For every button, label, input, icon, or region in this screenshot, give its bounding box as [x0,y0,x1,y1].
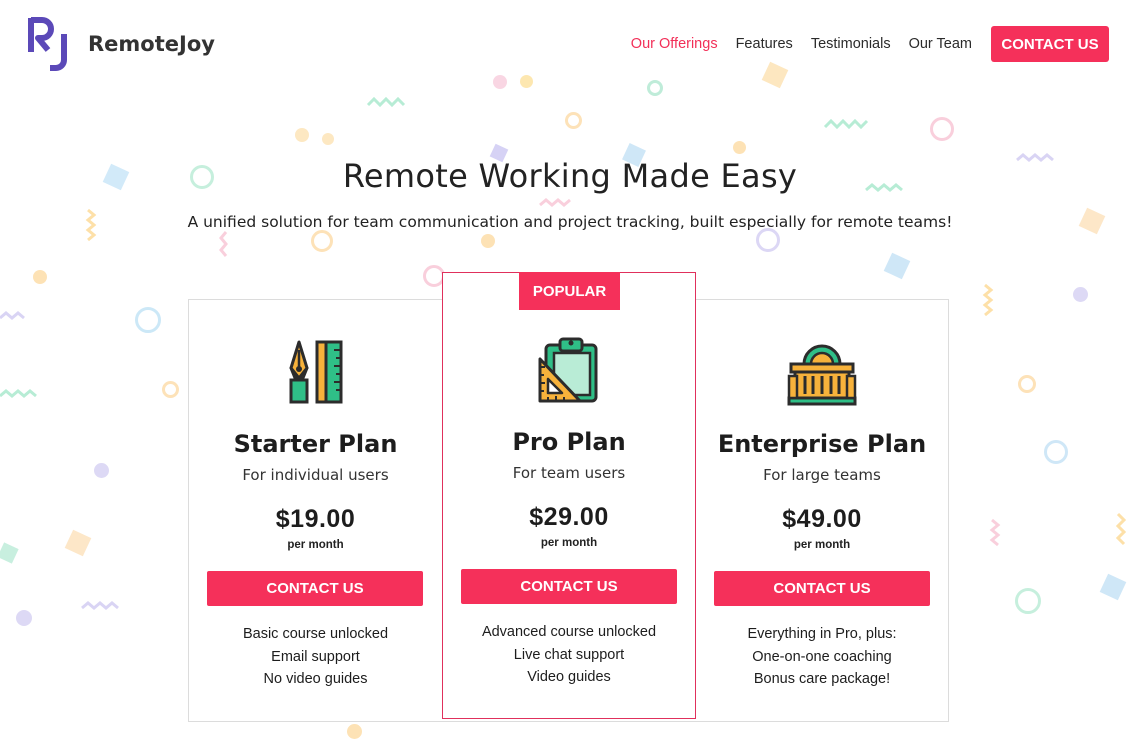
feature-item: Basic course unlocked [242,626,389,642]
plan-features: Advanced course unlocked Live chat suppo… [443,621,695,689]
feature-item: Everything in Pro, plus: [747,626,897,642]
plan-name: Pro Plan [512,428,626,456]
clipboard-set-square-icon [538,337,598,403]
feature-item: Bonus care package! [753,671,891,687]
plan-period: per month [540,537,598,549]
plan-card-starter: Starter Plan For individual users $19.00… [189,300,442,721]
plan-audience: For individual users [242,466,389,484]
plan-period: per month [287,539,344,551]
feature-item: One-on-one coaching [752,648,892,665]
nav-our-team[interactable]: Our Team [909,36,972,52]
contact-button-pro[interactable]: CONTACT US [461,569,677,604]
building-icon [787,344,857,406]
plan-period: per month [793,539,851,551]
plan-name: Starter Plan [233,430,398,458]
header-contact-button[interactable]: CONTACT US [991,26,1109,62]
plan-card-enterprise: Enterprise Plan For large teams $49.00 p… [696,300,948,721]
feature-item: No video guides [263,671,368,687]
contact-button-starter[interactable]: CONTACT US [207,571,423,606]
plan-price: $49.00 [782,505,862,533]
plan-price: $19.00 [275,505,356,533]
plan-audience: For large teams [763,466,881,484]
plan-price: $29.00 [529,503,609,531]
brand-name: RemoteJoy [88,32,215,56]
main-nav: Our Offerings Features Testimonials Our … [631,26,1109,62]
nav-features[interactable]: Features [736,36,793,52]
feature-item: Advanced course unlocked [481,624,657,640]
pen-ruler-icon [289,340,342,404]
plan-name: Enterprise Plan [717,430,927,458]
nav-our-offerings[interactable]: Our Offerings [631,36,718,52]
brand-logo[interactable]: RemoteJoy [28,16,215,72]
feature-item: Live chat support [513,646,625,663]
plan-features: Everything in Pro, plus: One-on-one coac… [696,623,948,691]
plan-card-pro: POPULAR Pro Plan For team users $29.00 p… [442,272,696,719]
nav-testimonials[interactable]: Testimonials [811,36,891,52]
popular-badge: POPULAR [519,272,620,310]
hero-title: Remote Working Made Easy [342,157,798,195]
feature-item: Video guides [527,669,611,685]
feature-item: Email support [271,648,360,665]
plan-audience: For team users [512,464,626,482]
contact-button-enterprise[interactable]: CONTACT US [714,571,930,606]
rj-logo-icon [28,17,67,71]
plan-features: Basic course unlocked Email support No v… [189,623,442,691]
hero-subtitle: A unified solution for team communicatio… [187,213,953,231]
